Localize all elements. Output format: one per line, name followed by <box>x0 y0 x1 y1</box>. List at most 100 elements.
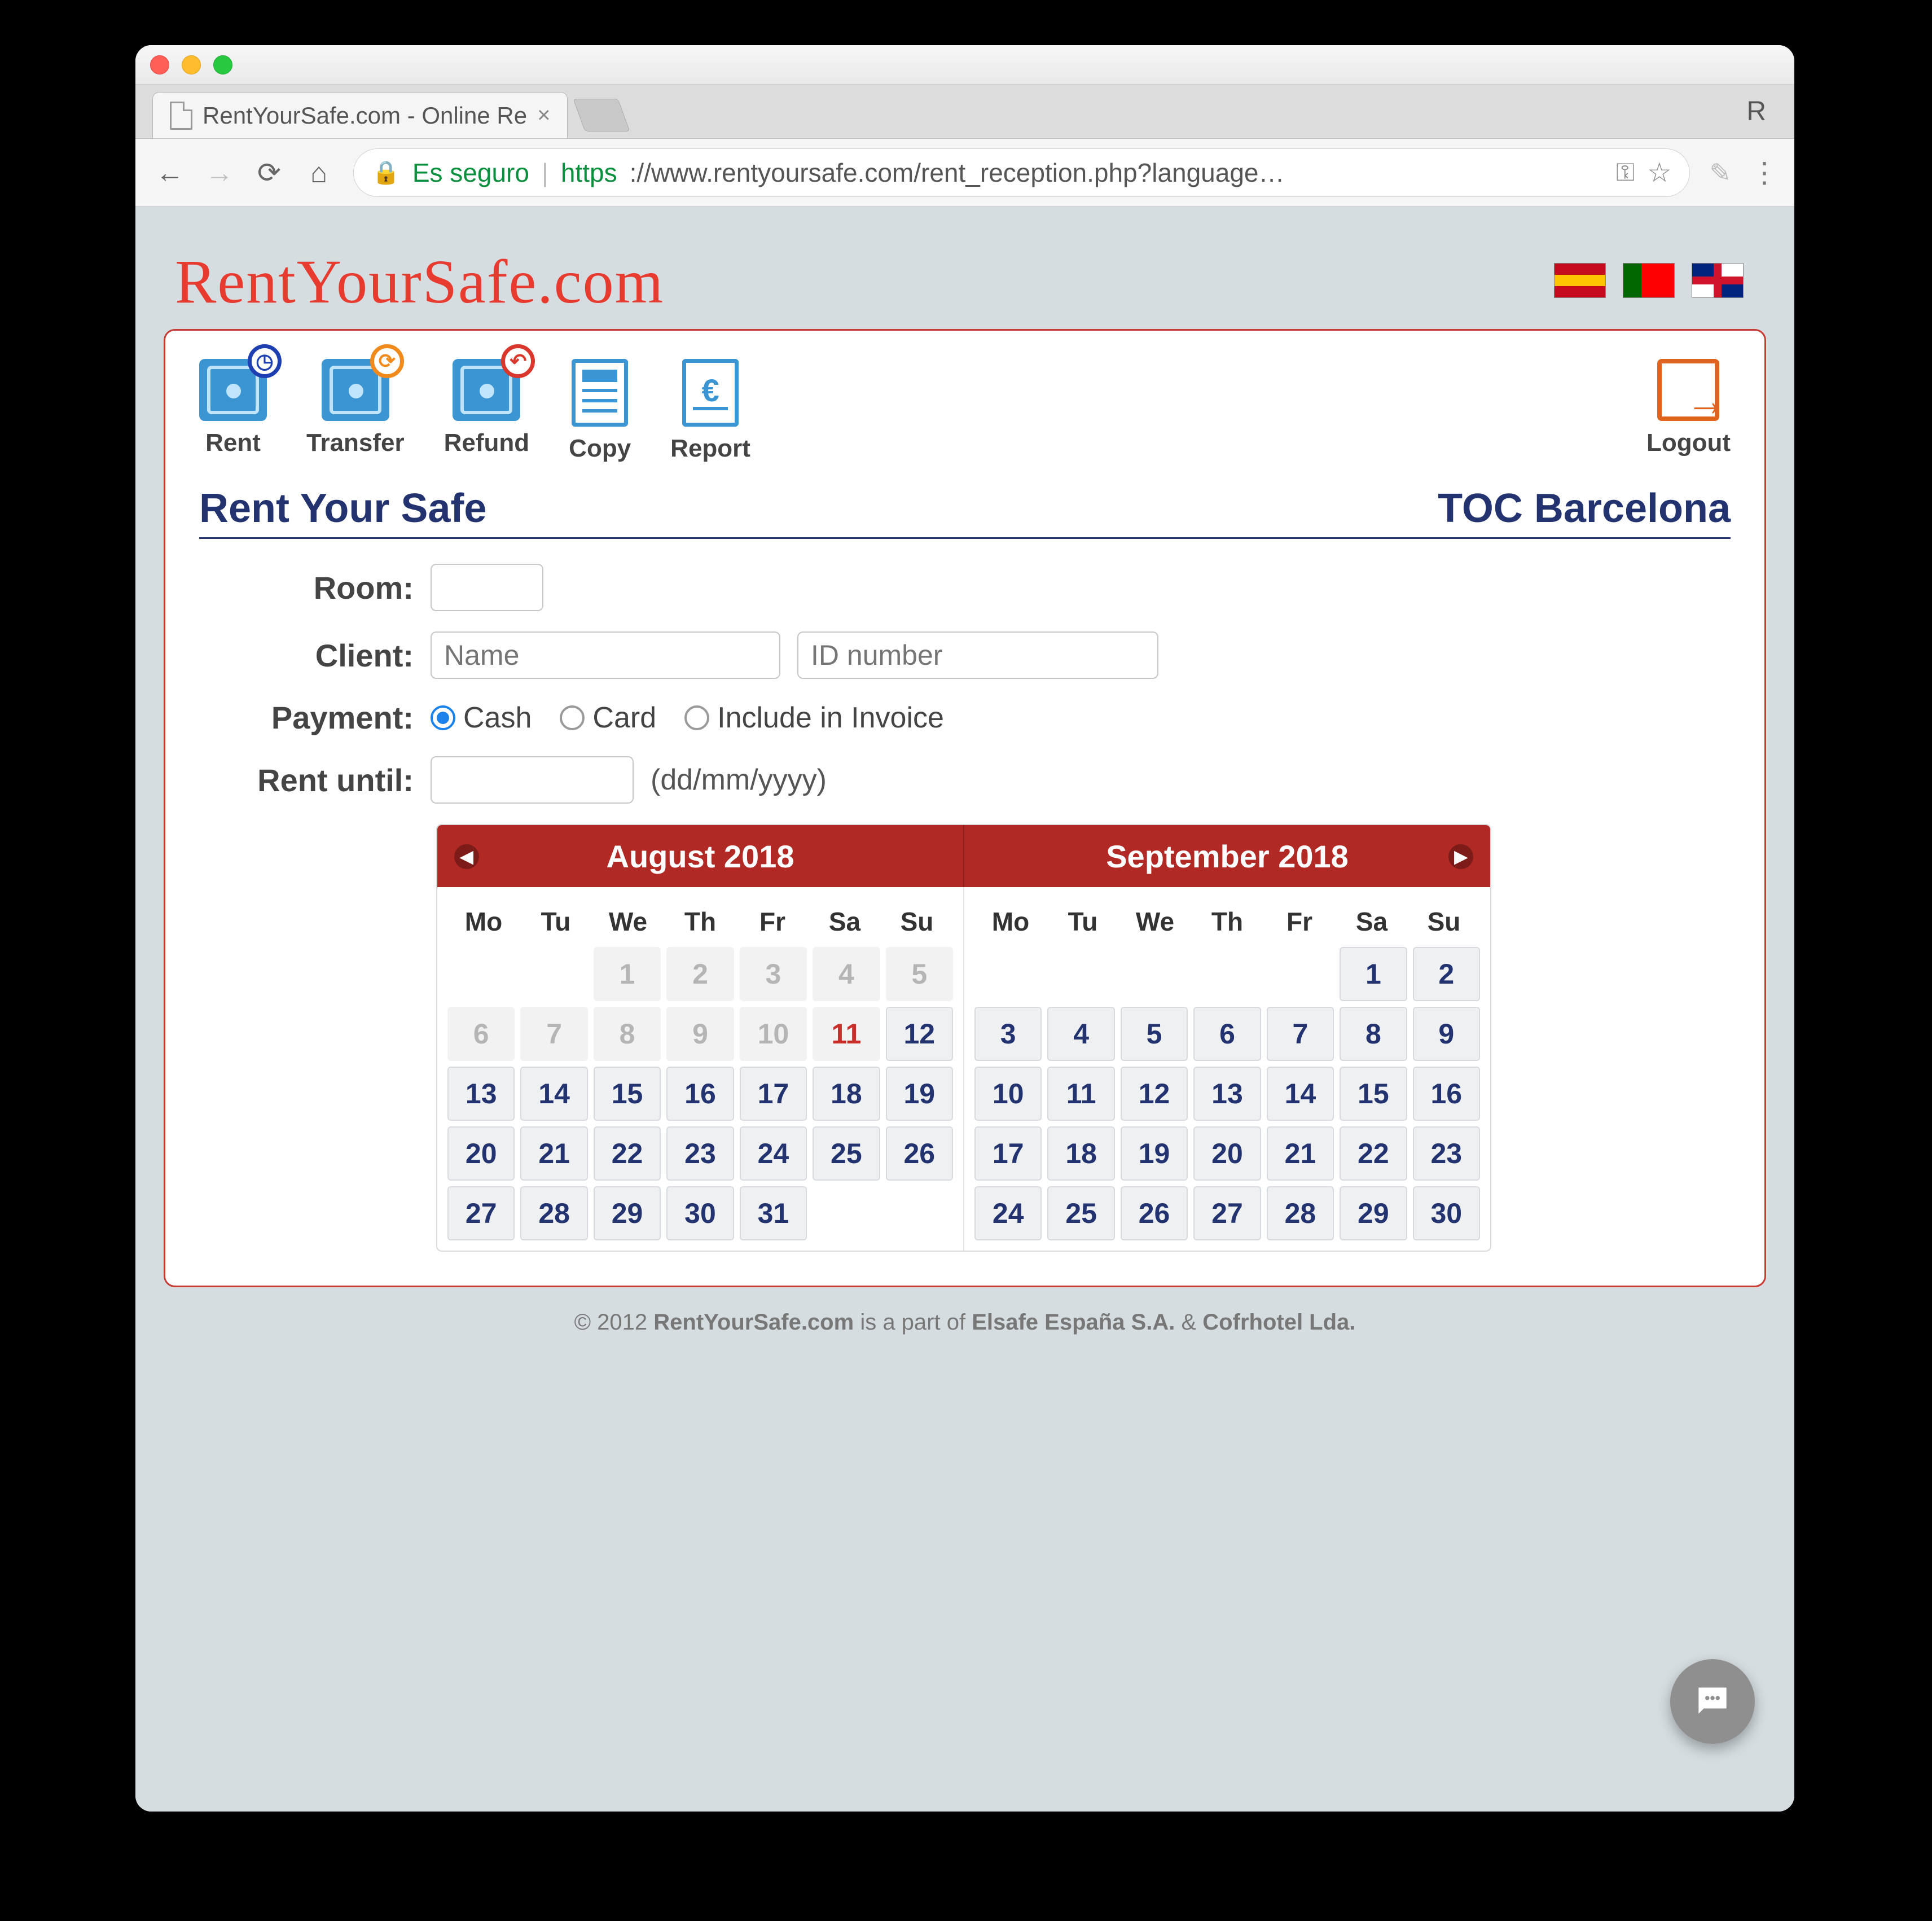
minimize-window-button[interactable] <box>182 55 201 74</box>
calendar-day[interactable]: 13 <box>1193 1067 1261 1121</box>
calendar-day[interactable]: 17 <box>740 1067 807 1121</box>
refresh-badge-icon: ⟳ <box>370 344 404 378</box>
payment-invoice-radio[interactable]: Include in Invoice <box>684 701 944 735</box>
footer-company-1[interactable]: Elsafe España S.A. <box>972 1310 1175 1335</box>
calendar-day[interactable]: 5 <box>1121 1007 1188 1061</box>
payment-cash-radio[interactable]: Cash <box>431 701 532 735</box>
calendar-day[interactable]: 12 <box>886 1007 953 1061</box>
footer: © 2012 RentYourSafe.com is a part of Els… <box>164 1287 1766 1358</box>
refund-action[interactable]: ↶ Refund <box>444 359 530 457</box>
calendar-day[interactable]: 16 <box>1413 1067 1480 1121</box>
calendar-day[interactable]: 9 <box>1413 1007 1480 1061</box>
close-tab-icon[interactable]: × <box>537 103 550 128</box>
flag-pt-icon[interactable] <box>1623 263 1675 298</box>
clock-badge-icon: ◷ <box>248 344 282 378</box>
calendar-day[interactable]: 7 <box>1267 1007 1334 1061</box>
calendar-day[interactable]: 20 <box>1193 1126 1261 1181</box>
close-window-button[interactable] <box>150 55 169 74</box>
key-icon[interactable]: ⚿ <box>1616 159 1635 187</box>
calendar-day[interactable]: 23 <box>1413 1126 1480 1181</box>
calendar-day[interactable]: 15 <box>1340 1067 1407 1121</box>
calendar-day[interactable]: 21 <box>520 1126 587 1181</box>
calendar-day[interactable]: 26 <box>886 1126 953 1181</box>
new-tab-button[interactable] <box>573 99 630 131</box>
calendar-day[interactable]: 24 <box>974 1186 1042 1240</box>
reload-button[interactable]: ⟳ <box>254 156 284 189</box>
flag-es-icon[interactable] <box>1554 263 1606 298</box>
calendar-day[interactable]: 3 <box>974 1007 1042 1061</box>
bookmark-star-icon[interactable]: ☆ <box>1647 157 1671 188</box>
calendar-day[interactable]: 13 <box>447 1067 515 1121</box>
calendar-day[interactable]: 29 <box>1340 1186 1407 1240</box>
logout-label: Logout <box>1646 429 1731 457</box>
calendar-day[interactable]: 18 <box>813 1067 880 1121</box>
calendar-day[interactable]: 24 <box>740 1126 807 1181</box>
browser-tab[interactable]: RentYourSafe.com - Online Re × <box>152 92 568 138</box>
calendar-day[interactable]: 11 <box>813 1007 880 1061</box>
calendar-day: 1 <box>594 947 661 1001</box>
calendar-day[interactable]: 18 <box>1047 1126 1114 1181</box>
calendar-day[interactable]: 12 <box>1121 1067 1188 1121</box>
calendar-day[interactable]: 8 <box>1340 1007 1407 1061</box>
calendar-day[interactable]: 2 <box>1413 947 1480 1001</box>
chat-button[interactable] <box>1670 1659 1755 1744</box>
payment-card-radio[interactable]: Card <box>560 701 656 735</box>
calendar-day[interactable]: 20 <box>447 1126 515 1181</box>
client-id-input[interactable] <box>797 631 1158 679</box>
rent-action[interactable]: ◷ Rent <box>199 359 267 457</box>
room-input[interactable] <box>431 564 543 611</box>
prev-month-button[interactable]: ◀ <box>454 844 479 869</box>
client-name-input[interactable] <box>431 631 780 679</box>
footer-site[interactable]: RentYourSafe.com <box>653 1310 854 1335</box>
calendar-day[interactable]: 21 <box>1267 1126 1334 1181</box>
calendar-day[interactable]: 6 <box>1193 1007 1261 1061</box>
profile-button[interactable]: R <box>1718 96 1794 127</box>
calendar-day[interactable]: 30 <box>1413 1186 1480 1240</box>
dow-header: Su <box>1408 906 1480 937</box>
copy-action[interactable]: Copy <box>569 359 631 463</box>
transfer-label: Transfer <box>306 429 405 457</box>
calendar-day: 3 <box>740 947 807 1001</box>
language-switcher <box>1554 263 1744 298</box>
dow-header: Tu <box>520 906 592 937</box>
calendar-day[interactable]: 28 <box>520 1186 587 1240</box>
calendar-day[interactable]: 25 <box>1047 1186 1114 1240</box>
calendar-day[interactable]: 22 <box>1340 1126 1407 1181</box>
logout-icon <box>1657 359 1719 421</box>
calendar-day[interactable]: 17 <box>974 1126 1042 1181</box>
calendar-day[interactable]: 29 <box>594 1186 661 1240</box>
calendar-day[interactable]: 1 <box>1340 947 1407 1001</box>
back-button[interactable]: ← <box>155 156 185 189</box>
calendar-day[interactable]: 4 <box>1047 1007 1114 1061</box>
menu-icon[interactable]: ⋮ <box>1750 156 1775 189</box>
calendar-day[interactable]: 15 <box>594 1067 661 1121</box>
calendar-day[interactable]: 23 <box>666 1126 734 1181</box>
extension-icon[interactable]: ✎ <box>1709 157 1731 188</box>
next-month-button[interactable]: ▶ <box>1448 844 1473 869</box>
calendar-day[interactable]: 30 <box>666 1186 734 1240</box>
calendar-day[interactable]: 31 <box>740 1186 807 1240</box>
calendar-day[interactable]: 27 <box>447 1186 515 1240</box>
calendar-day[interactable]: 19 <box>1121 1126 1188 1181</box>
rent-until-input[interactable] <box>431 756 634 804</box>
calendar-day[interactable]: 27 <box>1193 1186 1261 1240</box>
calendar-day[interactable]: 26 <box>1121 1186 1188 1240</box>
calendar-day[interactable]: 19 <box>886 1067 953 1121</box>
calendar-day[interactable]: 28 <box>1267 1186 1334 1240</box>
calendar-day[interactable]: 25 <box>813 1126 880 1181</box>
main-card: ◷ Rent ⟳ Transfer ↶ Refund Copy Repo <box>164 329 1766 1287</box>
footer-company-2[interactable]: Cofrhotel Lda. <box>1202 1310 1355 1335</box>
logout-action[interactable]: Logout <box>1646 359 1731 457</box>
address-bar[interactable]: 🔒 Es seguro | https ://www.rentyoursafe.… <box>353 148 1690 197</box>
maximize-window-button[interactable] <box>213 55 232 74</box>
report-action[interactable]: Report <box>670 359 750 463</box>
calendar-day[interactable]: 14 <box>520 1067 587 1121</box>
calendar-day[interactable]: 22 <box>594 1126 661 1181</box>
calendar-day[interactable]: 11 <box>1047 1067 1114 1121</box>
calendar-day[interactable]: 14 <box>1267 1067 1334 1121</box>
home-button[interactable]: ⌂ <box>304 156 334 189</box>
transfer-action[interactable]: ⟳ Transfer <box>306 359 405 457</box>
flag-uk-icon[interactable] <box>1692 263 1744 298</box>
calendar-day[interactable]: 10 <box>974 1067 1042 1121</box>
calendar-day[interactable]: 16 <box>666 1067 734 1121</box>
